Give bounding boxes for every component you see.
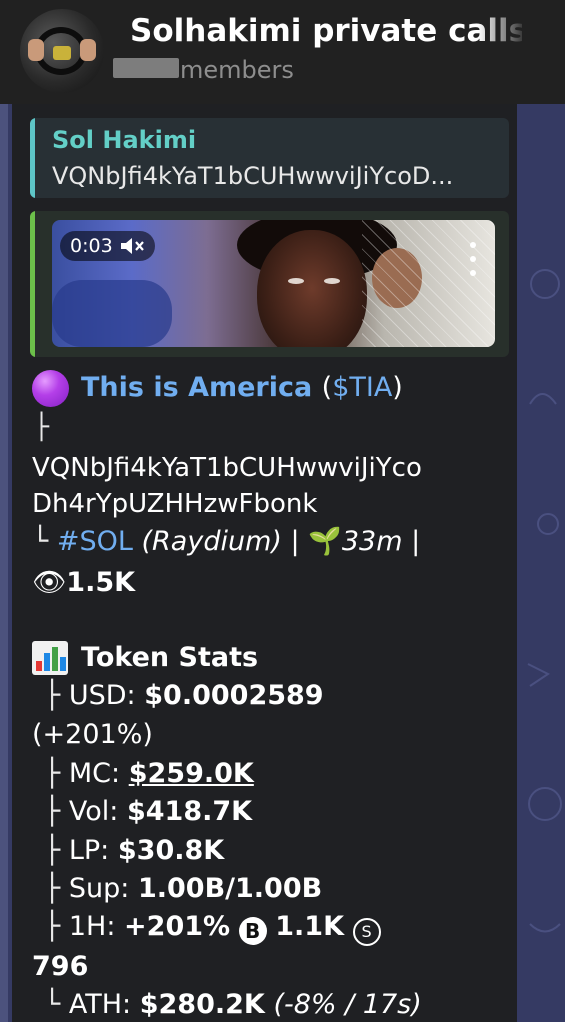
eye-icon: 👁 — [32, 567, 67, 598]
video-duration-badge[interactable]: 0:03 — [60, 231, 155, 261]
speaker-muted-icon[interactable] — [119, 236, 145, 256]
chat-header[interactable]: Solhakimi private calls members — [0, 0, 565, 104]
hand-image — [28, 39, 44, 61]
stat-sup: ├ Sup: 1.00B/1.00B — [44, 873, 322, 904]
token-address-line2[interactable]: Dh4rYpUZHHzwFbonk — [32, 489, 317, 519]
lp-label: LP: — [68, 835, 110, 866]
ath-value: $280.2K — [139, 989, 265, 1020]
ath-detail: (-8% / 17s) — [273, 989, 422, 1020]
purple-circle-icon — [32, 370, 69, 407]
token-age: 33m — [341, 526, 403, 557]
stat-vol: ├ Vol: $418.7K — [44, 796, 252, 827]
wheel-hub-image — [53, 46, 71, 60]
tree-branch: ├ — [44, 911, 61, 942]
stat-lp: ├ LP: $30.8K — [44, 835, 224, 866]
video-eye — [288, 278, 304, 284]
paren-close: ) — [392, 372, 403, 403]
chat-title: Solhakimi private calls — [130, 13, 522, 49]
h1-buys: 1.1K — [275, 911, 345, 942]
tree-branch: ├ — [44, 873, 61, 904]
mc-value-link[interactable]: $259.0K — [129, 758, 254, 789]
reply-accent-bar — [30, 118, 35, 198]
paren-open: ( — [321, 372, 333, 403]
ath-label: ATH: — [68, 989, 132, 1020]
reply-snippet: VQNbJfi4kYaT1bCUHwwviJiYcoD... — [52, 162, 454, 190]
reply-preview[interactable]: Sol Hakimi VQNbJfi4kYaT1bCUHwwviJiYcoD..… — [30, 118, 509, 198]
dex-label: (Raydium) — [141, 526, 282, 557]
token-address-line1[interactable]: VQNbJfi4kYaT1bCUHwwviJiYco — [32, 453, 422, 483]
stat-usd: ├ USD: $0.0002589 — [44, 680, 324, 711]
vol-label: Vol: — [68, 796, 119, 827]
seedling-icon: 🌱 — [308, 526, 342, 557]
token-chain-line: └ #SOL (Raydium) | 🌱33m | — [32, 525, 420, 557]
sup-value: 1.00B/1.00B — [137, 873, 323, 904]
members-count-obscured — [113, 58, 179, 78]
usd-value: $0.0002589 — [144, 680, 324, 711]
tree-end: └ — [32, 526, 49, 557]
views-count: 1.5K — [66, 567, 136, 598]
stat-mc: ├ MC: $259.0K — [44, 758, 254, 789]
lp-value: $30.8K — [117, 835, 225, 866]
video-cracked-glass — [362, 220, 495, 347]
video-duration: 0:03 — [70, 235, 113, 257]
tree-branch: ├ — [44, 796, 61, 827]
members-label: members — [180, 56, 294, 84]
hand-image — [80, 39, 96, 61]
video-eye — [324, 278, 340, 284]
stats-heading: Token Stats — [81, 642, 259, 673]
separator: | — [290, 526, 300, 557]
bar-chart-icon — [32, 641, 68, 675]
sells-icon: S — [352, 918, 381, 946]
views-line: 👁1.5K — [32, 566, 135, 598]
tree-branch: ├ — [44, 758, 61, 789]
usd-label: USD: — [68, 680, 136, 711]
tree-branch: ├ — [44, 680, 61, 711]
token-ticker-link[interactable]: $TIA — [332, 372, 392, 403]
media-accent-bar — [30, 211, 35, 357]
h1-label: 1H: — [68, 911, 116, 942]
separator: | — [411, 526, 421, 557]
h1-sells: 796 — [32, 951, 89, 982]
tree-branch: ├ — [44, 835, 61, 866]
tree-branch: ├ — [34, 412, 50, 441]
tree-end: └ — [44, 989, 61, 1020]
video-person-face — [257, 230, 367, 347]
vol-value: $418.7K — [126, 796, 253, 827]
buys-icon: B — [238, 917, 267, 945]
h1-change: +201% — [124, 911, 231, 942]
token-title-line: This is America ($TIA) — [81, 372, 403, 403]
sol-hashtag-link[interactable]: #SOL — [57, 526, 133, 557]
stat-ath: └ ATH: $280.2K (-8% / 17s) — [44, 989, 422, 1020]
token-name-link[interactable]: This is America — [81, 372, 312, 403]
mc-label: MC: — [68, 758, 121, 789]
sup-label: Sup: — [68, 873, 130, 904]
group-avatar[interactable] — [20, 9, 104, 93]
stat-1h: ├ 1H: +201% B 1.1K S — [44, 911, 381, 946]
more-vertical-icon[interactable] — [466, 242, 480, 276]
title-fade — [478, 10, 528, 54]
reply-author: Sol Hakimi — [52, 126, 197, 154]
video-background — [52, 280, 172, 347]
usd-change: (+201%) — [32, 719, 153, 750]
